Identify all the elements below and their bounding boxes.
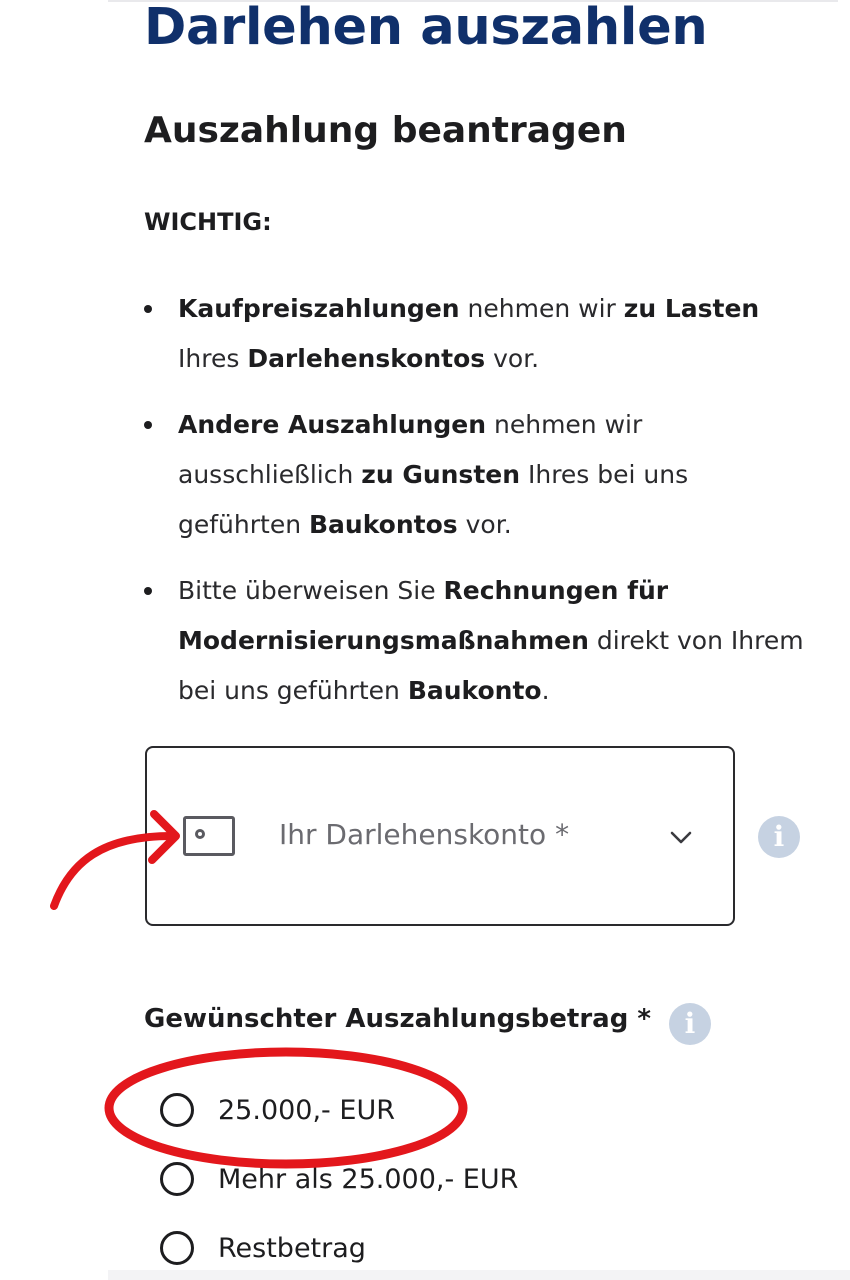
info-icon[interactable]: i (758, 816, 800, 858)
amount-option-label: Restbetrag (218, 1232, 366, 1264)
amount-option-25000[interactable]: 25.000,- EUR (160, 1088, 395, 1132)
note-text: Baukontos (309, 510, 458, 539)
note-text: nehmen wir (459, 294, 624, 323)
note-text: zu Gunsten (361, 460, 521, 489)
page-title: Darlehen auszahlen (144, 0, 708, 57)
important-notes-list: Kaufpreiszahlungen nehmen wir zu Lasten … (144, 284, 804, 732)
note-text: . (541, 676, 550, 705)
note-text: vor. (457, 510, 512, 539)
note-text: Bitte überweisen Sie (178, 576, 444, 605)
page: Darlehen auszahlen Auszahlung beantragen… (0, 0, 850, 1280)
note-text: vor. (485, 344, 540, 373)
amount-option-label: Mehr als 25.000,- EUR (218, 1163, 519, 1195)
chevron-down-icon (670, 831, 692, 844)
amount-option-label: 25.000,- EUR (218, 1094, 395, 1126)
important-label: WICHTIG: (144, 208, 272, 236)
info-icon[interactable]: i (669, 1003, 711, 1045)
loan-account-placeholder: Ihr Darlehenskonto * (279, 818, 570, 851)
note-text: zu Lasten (623, 294, 760, 323)
bottom-edge (108, 1270, 850, 1280)
note-item: Andere Auszahlungen nehmen wir ausschlie… (144, 400, 804, 550)
card-dot (195, 829, 205, 839)
note-text: Ihres (178, 344, 248, 373)
loan-account-select[interactable]: Ihr Darlehenskonto * (145, 746, 735, 926)
note-text: Kaufpreiszahlungen (178, 294, 460, 323)
note-text: Darlehenskontos (247, 344, 486, 373)
bank-card-icon (183, 816, 235, 856)
bullet-icon (144, 305, 152, 313)
amount-option-remaining[interactable]: Restbetrag (160, 1226, 366, 1270)
amount-label: Gewünschter Auszahlungsbetrag * (144, 1004, 651, 1034)
radio-button[interactable] (160, 1162, 194, 1196)
note-text: Baukonto (407, 676, 542, 705)
amount-option-more-than-25000[interactable]: Mehr als 25.000,- EUR (160, 1157, 518, 1201)
note-item: Kaufpreiszahlungen nehmen wir zu Lasten … (144, 284, 804, 384)
radio-button[interactable] (160, 1093, 194, 1127)
section-title: Auszahlung beantragen (144, 110, 627, 151)
note-item: Bitte überweisen Sie Rechnungen für Mode… (144, 566, 804, 716)
bullet-icon (144, 587, 152, 595)
bullet-icon (144, 421, 152, 429)
radio-button[interactable] (160, 1231, 194, 1265)
note-text: Andere Auszahlungen (178, 410, 487, 439)
